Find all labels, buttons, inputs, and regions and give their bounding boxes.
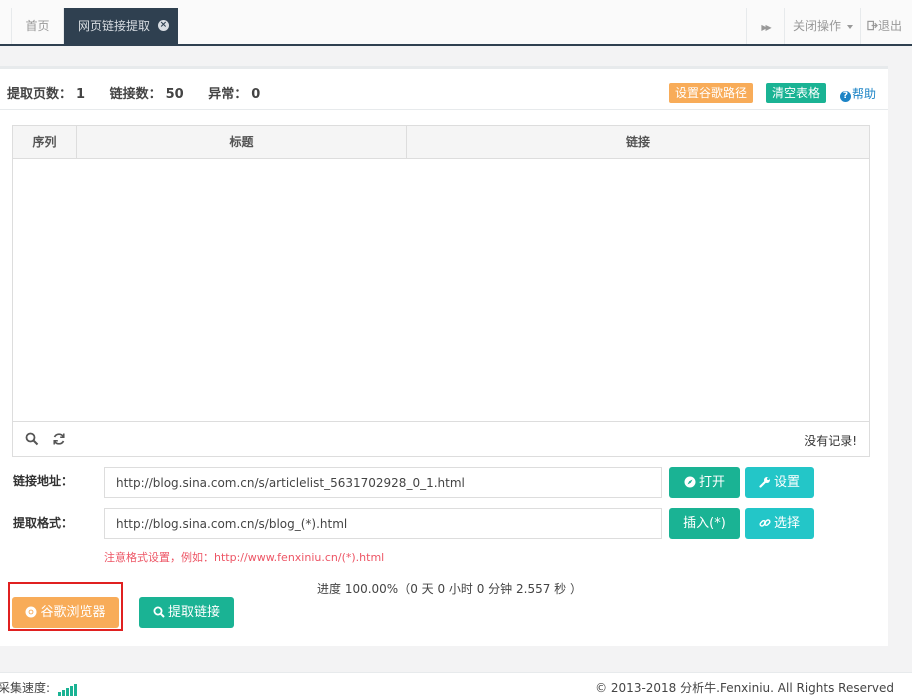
help-link[interactable]: ? 帮助 [840,85,876,102]
compass-icon [684,476,696,487]
extract-links-label: 提取链接 [167,605,220,620]
links-label: 链接数： [109,87,162,102]
column-header-title[interactable]: 标题 [77,126,407,159]
help-label: 帮助 [852,87,877,101]
signal-strength-icon [57,682,78,696]
refresh-icon[interactable] [52,432,66,446]
column-header-seq[interactable]: 序列 [13,126,77,159]
logout-icon [867,20,878,31]
pages-count: 1 [76,87,86,102]
tab-link-extract[interactable]: 网页链接提取 × [64,8,178,44]
close-operations-label: 关闭操作 [793,19,842,33]
collection-speed: 采集速度: [0,679,78,696]
extraction-stats: 提取页数： 1 链接数： 50 异常： 0 [7,83,264,102]
tab-scroll-left[interactable] [0,8,12,44]
progress-text: 进度 100.00%（0 天 0 小时 0 分钟 2.557 秒 ） [317,582,582,596]
highlight-box [8,582,123,631]
select-button[interactable]: 选择 [745,508,814,539]
question-icon: ? [840,91,851,102]
table-footer: 没有记录! [12,421,870,457]
tab-scroll-right-button[interactable]: ▶▶ [746,8,784,44]
url-input[interactable] [104,467,662,498]
settings-button[interactable]: 设置 [745,467,814,498]
links-count: 50 [165,87,184,102]
format-label: 提取格式： [13,516,74,530]
tab-link-extract-label: 网页链接提取 [78,19,151,33]
links-table: 序列 标题 链接 [12,125,870,457]
table-header: 序列 标题 链接 [13,126,869,159]
main-panel: 提取页数： 1 链接数： 50 异常： 0 设置谷歌路径 清空表格 ? 帮助 序列 标题… [0,66,888,646]
settings-label: 设置 [773,475,800,490]
search-icon [153,606,165,618]
errors-count: 0 [251,87,261,102]
tab-bar: 首页 网页链接提取 × ▶▶ 关闭操作 退出 [0,0,912,46]
wrench-icon [759,476,770,488]
link-icon [759,518,771,527]
select-label: 选择 [773,516,800,531]
divider [0,109,888,110]
forward-icon: ▶▶ [761,23,771,32]
close-icon[interactable]: × [157,20,169,31]
format-input[interactable] [104,508,662,539]
speed-label: 采集速度: [0,681,51,695]
column-header-link[interactable]: 链接 [407,126,869,159]
logout-button[interactable]: 退出 [860,8,912,44]
logout-label: 退出 [878,19,903,33]
format-hint: 注意格式设置，例如：http://www.fenxiniu.cn/(*).htm… [104,551,385,564]
extract-links-button[interactable]: 提取链接 [139,597,234,628]
copyright-text: © 2013-2018 分析牛.Fenxiniu. All Rights Res… [595,681,894,695]
url-label: 链接地址： [13,474,74,488]
open-label: 打开 [698,475,725,490]
caret-down-icon [846,24,853,29]
search-icon[interactable] [25,432,39,446]
no-records-text: 没有记录! [804,434,857,448]
errors-label: 异常： [208,87,248,102]
set-chrome-path-button[interactable]: 设置谷歌路径 [669,83,754,103]
tab-home[interactable]: 首页 [12,8,64,44]
open-button[interactable]: 打开 [669,467,740,498]
pages-label: 提取页数： [7,87,73,102]
close-operations-dropdown[interactable]: 关闭操作 [784,8,860,44]
status-bar: 采集速度: © 2013-2018 分析牛.Fenxiniu. All Righ… [0,672,912,698]
clear-table-button[interactable]: 清空表格 [766,83,827,103]
insert-wildcard-button[interactable]: 插入(*) [669,508,740,539]
